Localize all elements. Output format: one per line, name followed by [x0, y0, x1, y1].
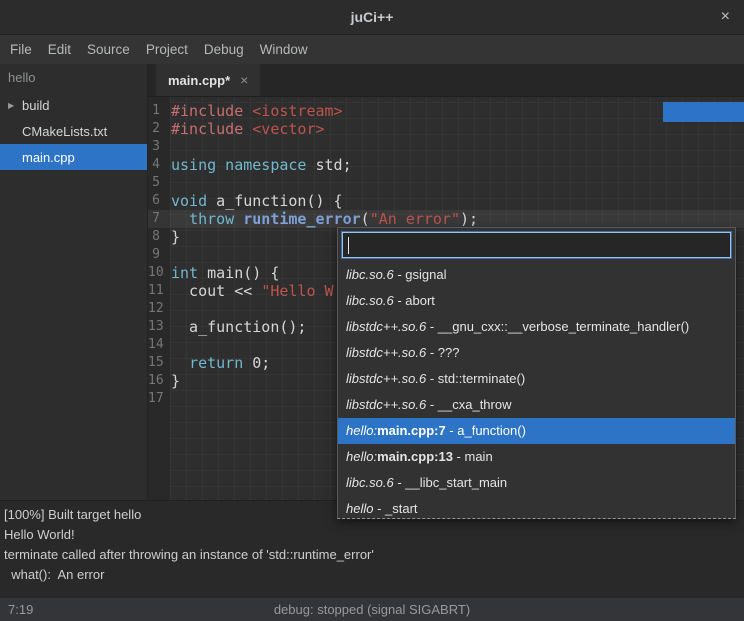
code-text: #include <iostream> [165, 102, 343, 120]
tab-label: main.cpp* [168, 73, 230, 88]
code-text: using namespace std; [165, 156, 352, 174]
tree-item-label: build [22, 98, 49, 113]
line-number: 15 [148, 354, 165, 372]
tree-item-label: main.cpp [22, 150, 75, 165]
tree-item-cmakelists-txt[interactable]: CMakeLists.txt [0, 118, 147, 144]
code-text: } [165, 372, 180, 390]
text-caret-icon [348, 237, 349, 254]
scrollbar-thumb[interactable] [663, 102, 744, 122]
titlebar: juCi++ × [0, 0, 744, 35]
backtrace-item-0[interactable]: libc.so.6 - gsignal [338, 262, 735, 288]
code-text [165, 390, 171, 408]
code-text: } [165, 228, 180, 246]
line-number: 8 [148, 228, 165, 246]
tree-item-build[interactable]: ▶build [0, 92, 147, 118]
line-number: 1 [148, 102, 165, 120]
line-number: 5 [148, 174, 165, 192]
debug-status: debug: stopped (signal SIGABRT) [0, 602, 744, 617]
menubar: FileEditSourceProjectDebugWindow [0, 35, 744, 64]
backtrace-popup: libc.so.6 - gsignallibc.so.6 - abortlibs… [337, 227, 736, 519]
line-number: 3 [148, 138, 165, 156]
window-close-icon[interactable]: × [721, 8, 730, 26]
backtrace-item-6[interactable]: hello:main.cpp:7 - a_function() [338, 418, 735, 444]
line-number: 16 [148, 372, 165, 390]
code-text: a_function(); [165, 318, 306, 336]
line-number: 10 [148, 264, 165, 282]
code-text: #include <vector> [165, 120, 325, 138]
line-number: 11 [148, 282, 165, 300]
backtrace-item-7[interactable]: hello:main.cpp:13 - main [338, 444, 735, 470]
backtrace-item-2[interactable]: libstdc++.so.6 - __gnu_cxx::__verbose_te… [338, 314, 735, 340]
backtrace-item-5[interactable]: libstdc++.so.6 - __cxa_throw [338, 392, 735, 418]
tree-item-label: CMakeLists.txt [22, 124, 107, 139]
expander-icon[interactable]: ▶ [8, 101, 22, 110]
code-text [165, 300, 171, 318]
menu-item-edit[interactable]: Edit [40, 42, 79, 57]
backtrace-item-8[interactable]: libc.so.6 - __libc_start_main [338, 470, 735, 496]
terminal-line-2: terminate called after throwing an insta… [4, 545, 740, 565]
line-number: 6 [148, 192, 165, 210]
code-line-3: 3 [148, 138, 744, 156]
code-line-6: 6void a_function() { [148, 192, 744, 210]
menu-item-debug[interactable]: Debug [196, 42, 252, 57]
line-number: 12 [148, 300, 165, 318]
menu-item-source[interactable]: Source [79, 42, 138, 57]
tab-close-icon[interactable]: × [240, 72, 248, 88]
backtrace-item-4[interactable]: libstdc++.so.6 - std::terminate() [338, 366, 735, 392]
code-text [165, 138, 171, 156]
line-number: 14 [148, 336, 165, 354]
code-line-2: 2#include <vector> [148, 120, 744, 138]
code-text [165, 246, 171, 264]
code-text [165, 174, 171, 192]
backtrace-list: libc.so.6 - gsignallibc.so.6 - abortlibs… [338, 262, 735, 519]
code-text: return 0; [165, 354, 270, 372]
file-tree: hello ▶build CMakeLists.txt main.cpp [0, 64, 148, 500]
code-text: void a_function() { [165, 192, 343, 210]
window-title: juCi++ [351, 9, 394, 25]
backtrace-item-1[interactable]: libc.so.6 - abort [338, 288, 735, 314]
menu-item-project[interactable]: Project [138, 42, 196, 57]
menu-item-file[interactable]: File [2, 42, 40, 57]
code-text [165, 336, 171, 354]
file-tree-items: ▶build CMakeLists.txt main.cpp [0, 92, 147, 170]
code-line-1: 1#include <iostream> [148, 102, 744, 120]
code-text: throw runtime_error("An error"); [165, 210, 478, 228]
code-text: int main() { [165, 264, 279, 282]
code-line-4: 4using namespace std; [148, 156, 744, 174]
backtrace-item-3[interactable]: libstdc++.so.6 - ??? [338, 340, 735, 366]
terminal-line-1: Hello World! [4, 525, 740, 545]
backtrace-item-9[interactable]: hello - _start [338, 496, 735, 519]
line-number: 9 [148, 246, 165, 264]
code-text: cout << "Hello W [165, 282, 334, 300]
tab-bar: main.cpp* × [148, 64, 744, 97]
statusbar: 7:19 debug: stopped (signal SIGABRT) [0, 598, 744, 621]
line-number: 4 [148, 156, 165, 174]
code-line-7: 7 throw runtime_error("An error"); [148, 210, 744, 228]
terminal-line-3: what(): An error [4, 565, 740, 585]
project-root[interactable]: hello [0, 64, 147, 92]
line-number: 13 [148, 318, 165, 336]
line-number: 7 [148, 210, 165, 228]
line-number: 2 [148, 120, 165, 138]
menu-item-window[interactable]: Window [252, 42, 316, 57]
tab-main-cpp[interactable]: main.cpp* × [156, 64, 260, 96]
tree-item-main-cpp[interactable]: main.cpp [0, 144, 147, 170]
line-number: 17 [148, 390, 165, 408]
code-line-5: 5 [148, 174, 744, 192]
backtrace-search-input[interactable] [342, 232, 731, 258]
